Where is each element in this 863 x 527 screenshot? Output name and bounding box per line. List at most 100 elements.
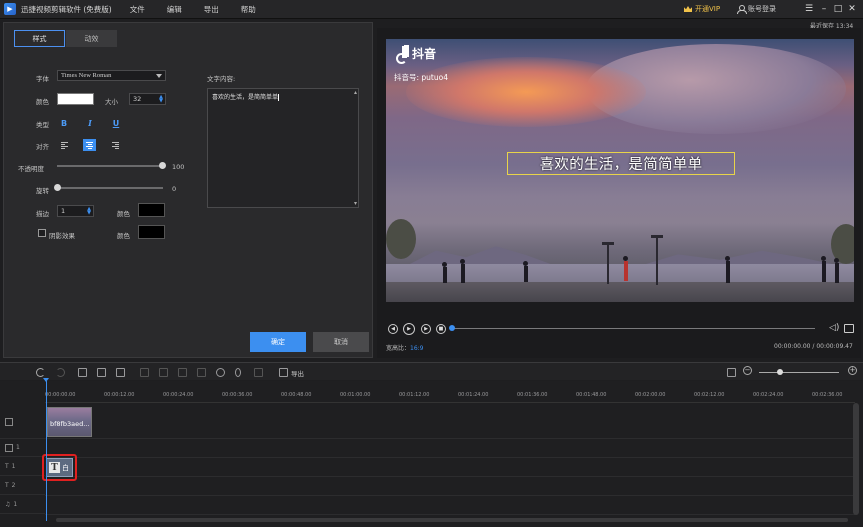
time-ruler[interactable]: 00:00:00.00 00:00:12.00 00:00:24.00 00:0… [45,381,855,403]
crop-icon[interactable] [140,368,149,377]
zoom-out-icon[interactable]: − [743,366,752,375]
text-content-value: 喜欢的生活，是简简单单 [212,94,279,101]
speed-icon[interactable] [216,368,225,377]
tree [386,219,416,259]
shadow-checkbox[interactable] [38,229,46,237]
promenade [386,282,854,302]
tab-style[interactable]: 样式 [14,30,65,47]
video-clip[interactable]: bf8fb3aed... [47,407,92,437]
close-icon[interactable]: ✕ [846,3,858,15]
export-label[interactable]: 导出 [291,368,304,378]
stroke-color-swatch[interactable] [138,203,165,217]
zoom-in-icon[interactable]: + [848,366,857,375]
login-label: 账号登录 [748,5,776,13]
split-icon[interactable] [97,368,106,377]
align-center-icon[interactable] [83,139,96,151]
previous-icon[interactable]: ◀ [388,324,398,334]
undo-icon[interactable] [36,368,45,377]
volume-icon[interactable]: ◁) [829,324,839,333]
bold-button[interactable]: B [58,117,70,129]
login-button[interactable]: 账号登录 [737,4,776,14]
maximize-icon[interactable]: □ [832,3,844,15]
chevron-down-icon [156,74,162,78]
sunset-cloud [406,57,646,127]
stop-icon[interactable]: ■ [436,324,446,334]
playhead[interactable] [46,381,47,521]
confirm-button[interactable]: 确定 [250,332,306,352]
text-scrollbar[interactable] [354,91,357,205]
fit-view-icon[interactable] [727,368,736,377]
menu-item-file[interactable]: 文件 [130,4,145,15]
size-stepper[interactable]: 32 ▲ ▼ [129,93,166,105]
zoom-slider[interactable] [759,372,839,373]
opacity-slider[interactable] [57,165,163,167]
app-logo-icon: ▶ [4,3,16,15]
text-content-input[interactable]: 喜欢的生活，是简简单单 [207,88,359,208]
rotate-slider-handle[interactable] [54,184,61,191]
menu-bar: 文件 编辑 导出 帮助 [130,4,278,15]
fullscreen-icon[interactable] [844,324,854,333]
playback-progress-bar[interactable] [452,328,815,329]
music-track[interactable] [45,496,855,515]
sea [386,264,854,282]
audio-detach-icon[interactable] [254,368,263,377]
freeze-icon[interactable] [178,368,187,377]
spinner-arrows-icon[interactable]: ▲ ▼ [87,207,91,216]
menu-icon[interactable]: ☰ [803,3,815,15]
track-header-pip: 1 [0,439,45,457]
rotate-slider[interactable] [57,187,163,189]
pip-track[interactable] [45,439,855,458]
font-select[interactable]: Times New Roman [57,70,166,81]
timeline-horizontal-scrollbar[interactable] [56,518,848,522]
track-number: 1 [11,463,16,470]
playback-progress-handle[interactable] [449,325,455,331]
edit-icon[interactable] [78,368,87,377]
size-value: 32 [133,95,142,103]
street-lamp [602,242,614,284]
text-track-1[interactable] [45,458,855,477]
microphone-icon[interactable] [235,368,241,377]
align-left-icon[interactable] [58,139,71,151]
italic-button[interactable]: I [84,117,96,129]
vip-label: 开通VIP [695,5,721,13]
mosaic-icon[interactable] [159,368,168,377]
caption-text-box[interactable]: 喜欢的生活，是简简单单 [507,152,735,175]
tiktok-watermark: 抖音 [394,45,437,64]
play-icon[interactable]: ▶ [403,323,415,335]
menu-item-edit[interactable]: 编辑 [167,4,182,15]
duration-icon[interactable] [197,368,206,377]
shadow-color-label: 颜色 [117,232,130,240]
video-preview[interactable]: 抖音 抖音号: putuo4 喜欢的生活，是简简单单 [386,39,854,302]
opacity-slider-handle[interactable] [159,162,166,169]
track-header-text-2: T 2 [0,477,45,495]
video-track[interactable] [45,405,855,439]
aspect-label: 宽高比： [386,345,411,352]
text-track-2[interactable] [45,477,855,496]
zoom-slider-handle[interactable] [777,369,783,375]
ruler-tick: 00:01:48.00 [576,392,607,398]
stroke-color-label: 颜色 [117,210,130,218]
vip-button[interactable]: 开通VIP [684,4,720,14]
highlight-box [42,454,77,481]
aspect-ratio[interactable]: 宽高比：16:9 [386,343,424,352]
delete-icon[interactable] [116,368,125,377]
minimize-icon[interactable]: – [818,3,830,15]
stroke-stepper[interactable]: 1 ▲ ▼ [57,205,94,217]
menu-item-help[interactable]: 帮助 [241,4,256,15]
align-right-icon[interactable] [109,139,122,151]
tab-animation[interactable]: 动效 [66,30,117,47]
export-icon[interactable] [279,368,288,377]
shadow-color-swatch[interactable] [138,225,165,239]
aspect-value: 16:9 [410,345,424,352]
underline-button[interactable]: U [110,117,122,129]
next-icon[interactable]: ▶ [421,324,431,334]
cancel-button[interactable]: 取消 [313,332,369,352]
tiktok-name: 抖音 [412,47,437,61]
image-track-icon [5,417,13,426]
menu-item-export[interactable]: 导出 [204,4,219,15]
timeline[interactable]: 00:00:00.00 00:00:12.00 00:00:24.00 00:0… [0,381,863,527]
spinner-arrows-icon[interactable]: ▲ ▼ [159,95,163,104]
text-color-swatch[interactable] [57,93,94,105]
redo-icon[interactable] [56,368,65,377]
timeline-vertical-scrollbar[interactable] [853,403,859,515]
